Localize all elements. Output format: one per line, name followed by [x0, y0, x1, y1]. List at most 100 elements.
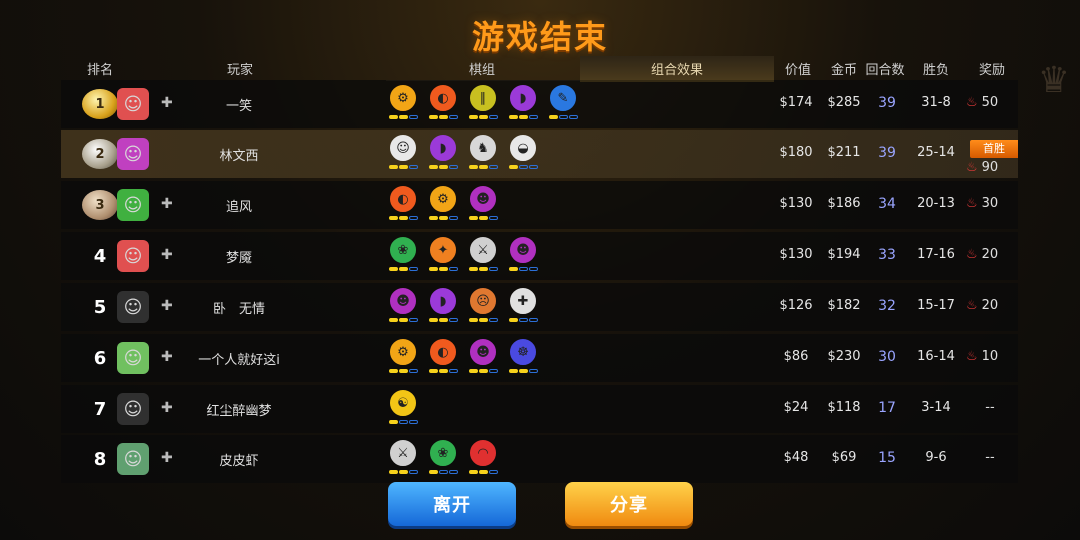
avatar[interactable]: ☺: [117, 189, 149, 221]
synergy-slot[interactable]: ◗: [508, 85, 538, 119]
avatar[interactable]: ☺: [117, 393, 149, 425]
reward-amount: 20: [981, 247, 999, 262]
table-row[interactable]: 3 ☺ ✚ 追风 ◐ ⚙ ☻ $130 $186 34 20-13 ♨ 30: [61, 181, 1018, 229]
reward-cell: ♨ 10: [966, 349, 1014, 364]
table-row[interactable]: 4 ☺ ✚ 梦魇 ❀ ✦ ⚔ ☻ $130 $194 33 17-16 ♨ 20: [61, 232, 1018, 280]
synergy-slot[interactable]: ◒: [508, 135, 538, 169]
add-friend-icon[interactable]: ✚: [161, 450, 173, 466]
synergy-bars: [388, 369, 418, 373]
synergy-slot[interactable]: ∥: [468, 85, 498, 119]
add-friend-icon[interactable]: ✚: [161, 298, 173, 314]
synergy-level-bar: [528, 318, 538, 322]
header-pieces[interactable]: 棋组: [386, 56, 578, 80]
synergy-slot[interactable]: ✎: [548, 85, 578, 119]
avatar[interactable]: ☺: [117, 240, 149, 272]
synergy-slot[interactable]: ☻: [468, 186, 498, 220]
rounds-cell: 32: [878, 298, 896, 314]
synergy-slot[interactable]: ⚙: [428, 186, 458, 220]
value-cell: $24: [783, 400, 809, 415]
synergy-bars: [508, 115, 538, 119]
table-row[interactable]: 8 ☺ ✚ 皮皮虾 ⚔ ❀ ◠ $48 $69 15 9-6 --: [61, 435, 1018, 483]
synergy-level-bar: [558, 115, 568, 119]
synergy-slot[interactable]: ◠: [468, 440, 498, 474]
synergy-level-bar: [468, 165, 478, 169]
synergy-level-bar: [528, 115, 538, 119]
add-friend-icon[interactable]: ✚: [161, 247, 173, 263]
synergy-slot[interactable]: ◗: [428, 288, 458, 322]
rounds-cell: 15: [878, 450, 896, 466]
player-name: 梦魇: [225, 251, 252, 266]
synergy-level-bar: [408, 165, 418, 169]
synergy-level-bar: [518, 267, 528, 271]
share-button[interactable]: 分享: [565, 482, 693, 526]
table-row[interactable]: 7 ☺ ✚ 红尘醉幽梦 ☯ $24 $118 17 3-14 --: [61, 385, 1018, 433]
avatar[interactable]: ☺: [117, 88, 149, 120]
synergy-level-bar: [478, 369, 488, 373]
synergy-slot[interactable]: ✦: [428, 237, 458, 271]
winloss-cell: 15-17: [917, 298, 955, 313]
synergy-slot[interactable]: ☯: [388, 390, 418, 424]
synergy-slot[interactable]: ❀: [428, 440, 458, 474]
avatar[interactable]: ☺: [117, 342, 149, 374]
synergy-slot[interactable]: ⚙: [388, 85, 418, 119]
synergy-bars: [468, 318, 498, 322]
synergy-slot[interactable]: ♞: [468, 135, 498, 169]
synergy-icon: ◠: [470, 440, 496, 466]
player-name: 追风: [225, 200, 252, 215]
synergy-icon: ⚔: [470, 237, 496, 263]
avatar[interactable]: ☺: [117, 138, 149, 170]
synergy-bars: [468, 165, 498, 169]
synergy-slot[interactable]: ☺: [388, 135, 418, 169]
add-friend-icon[interactable]: ✚: [161, 349, 173, 365]
synergy-slot[interactable]: ⚔: [388, 440, 418, 474]
synergy-slot[interactable]: ☹: [468, 288, 498, 322]
avatar[interactable]: ☺: [117, 291, 149, 323]
value-cell: $174: [779, 95, 813, 110]
header-winloss: 胜负: [922, 62, 949, 78]
synergy-slot[interactable]: ☻: [388, 288, 418, 322]
synergy-slot[interactable]: ☻: [508, 237, 538, 271]
synergy-bars: [388, 318, 418, 322]
gold-cell: $285: [827, 95, 861, 110]
synergy-slot[interactable]: ⚙: [388, 339, 418, 373]
header-combo-tab[interactable]: 组合效果: [580, 56, 774, 82]
add-friend-icon[interactable]: ✚: [161, 196, 173, 212]
player-name: 红尘醉幽梦: [206, 404, 272, 419]
synergy-slot[interactable]: ✚: [508, 288, 538, 322]
synergy-slot[interactable]: ⚔: [468, 237, 498, 271]
avatar[interactable]: ☺: [117, 443, 149, 475]
synergy-icon: ☹: [470, 288, 496, 314]
reward-icon: ♨: [966, 160, 978, 175]
add-friend-icon[interactable]: ✚: [161, 400, 173, 416]
synergy-icon: ⚔: [390, 440, 416, 466]
table-row[interactable]: 1 ☺ ✚ 一笑 ⚙ ◐ ∥ ◗ ✎ $174 $285 39 31-8 ♨ 50: [61, 80, 1018, 128]
synergy-level-bar: [448, 318, 458, 322]
synergy-slot[interactable]: ❀: [388, 237, 418, 271]
table-row[interactable]: 2 ☺ 林文西 ☺ ◗ ♞ ◒ $180 $211 39 25-14 首胜 ♨ 90: [61, 130, 1018, 178]
rounds-cell: 30: [878, 349, 896, 365]
synergy-bars: [428, 318, 458, 322]
table-row[interactable]: 5 ☺ ✚ 卧 无情 ☻ ◗ ☹ ✚ $126 $182 32 15-17 ♨ 20: [61, 283, 1018, 331]
gold-cell: $186: [827, 196, 861, 211]
synergy-slot[interactable]: ◗: [428, 135, 458, 169]
synergy-slot[interactable]: ◐: [428, 339, 458, 373]
player-name: 林文西: [219, 149, 259, 164]
synergy-level-bar: [488, 369, 498, 373]
synergy-level-bar: [438, 216, 448, 220]
add-friend-icon[interactable]: ✚: [161, 95, 173, 111]
header-rounds: 回合数: [865, 62, 905, 78]
synergy-level-bar: [468, 470, 478, 474]
synergy-icon: ◐: [430, 85, 456, 111]
synergy-level-bar: [478, 267, 488, 271]
synergy-bars: [388, 216, 418, 220]
synergy-bars: [468, 115, 498, 119]
table-row[interactable]: 6 ☺ ✚ 一个人就好这i ⚙ ◐ ☻ ☸ $86 $230 30 16-14 ♨ 10: [61, 334, 1018, 382]
synergy-slot[interactable]: ◐: [428, 85, 458, 119]
rounds-cell: 39: [878, 145, 896, 161]
reward-icon: ♨: [966, 95, 978, 110]
leave-button[interactable]: 离开: [388, 482, 516, 526]
synergy-slot[interactable]: ☻: [468, 339, 498, 373]
synergy-slot[interactable]: ◐: [388, 186, 418, 220]
synergy-slot[interactable]: ☸: [508, 339, 538, 373]
value-cell: $86: [783, 349, 809, 364]
